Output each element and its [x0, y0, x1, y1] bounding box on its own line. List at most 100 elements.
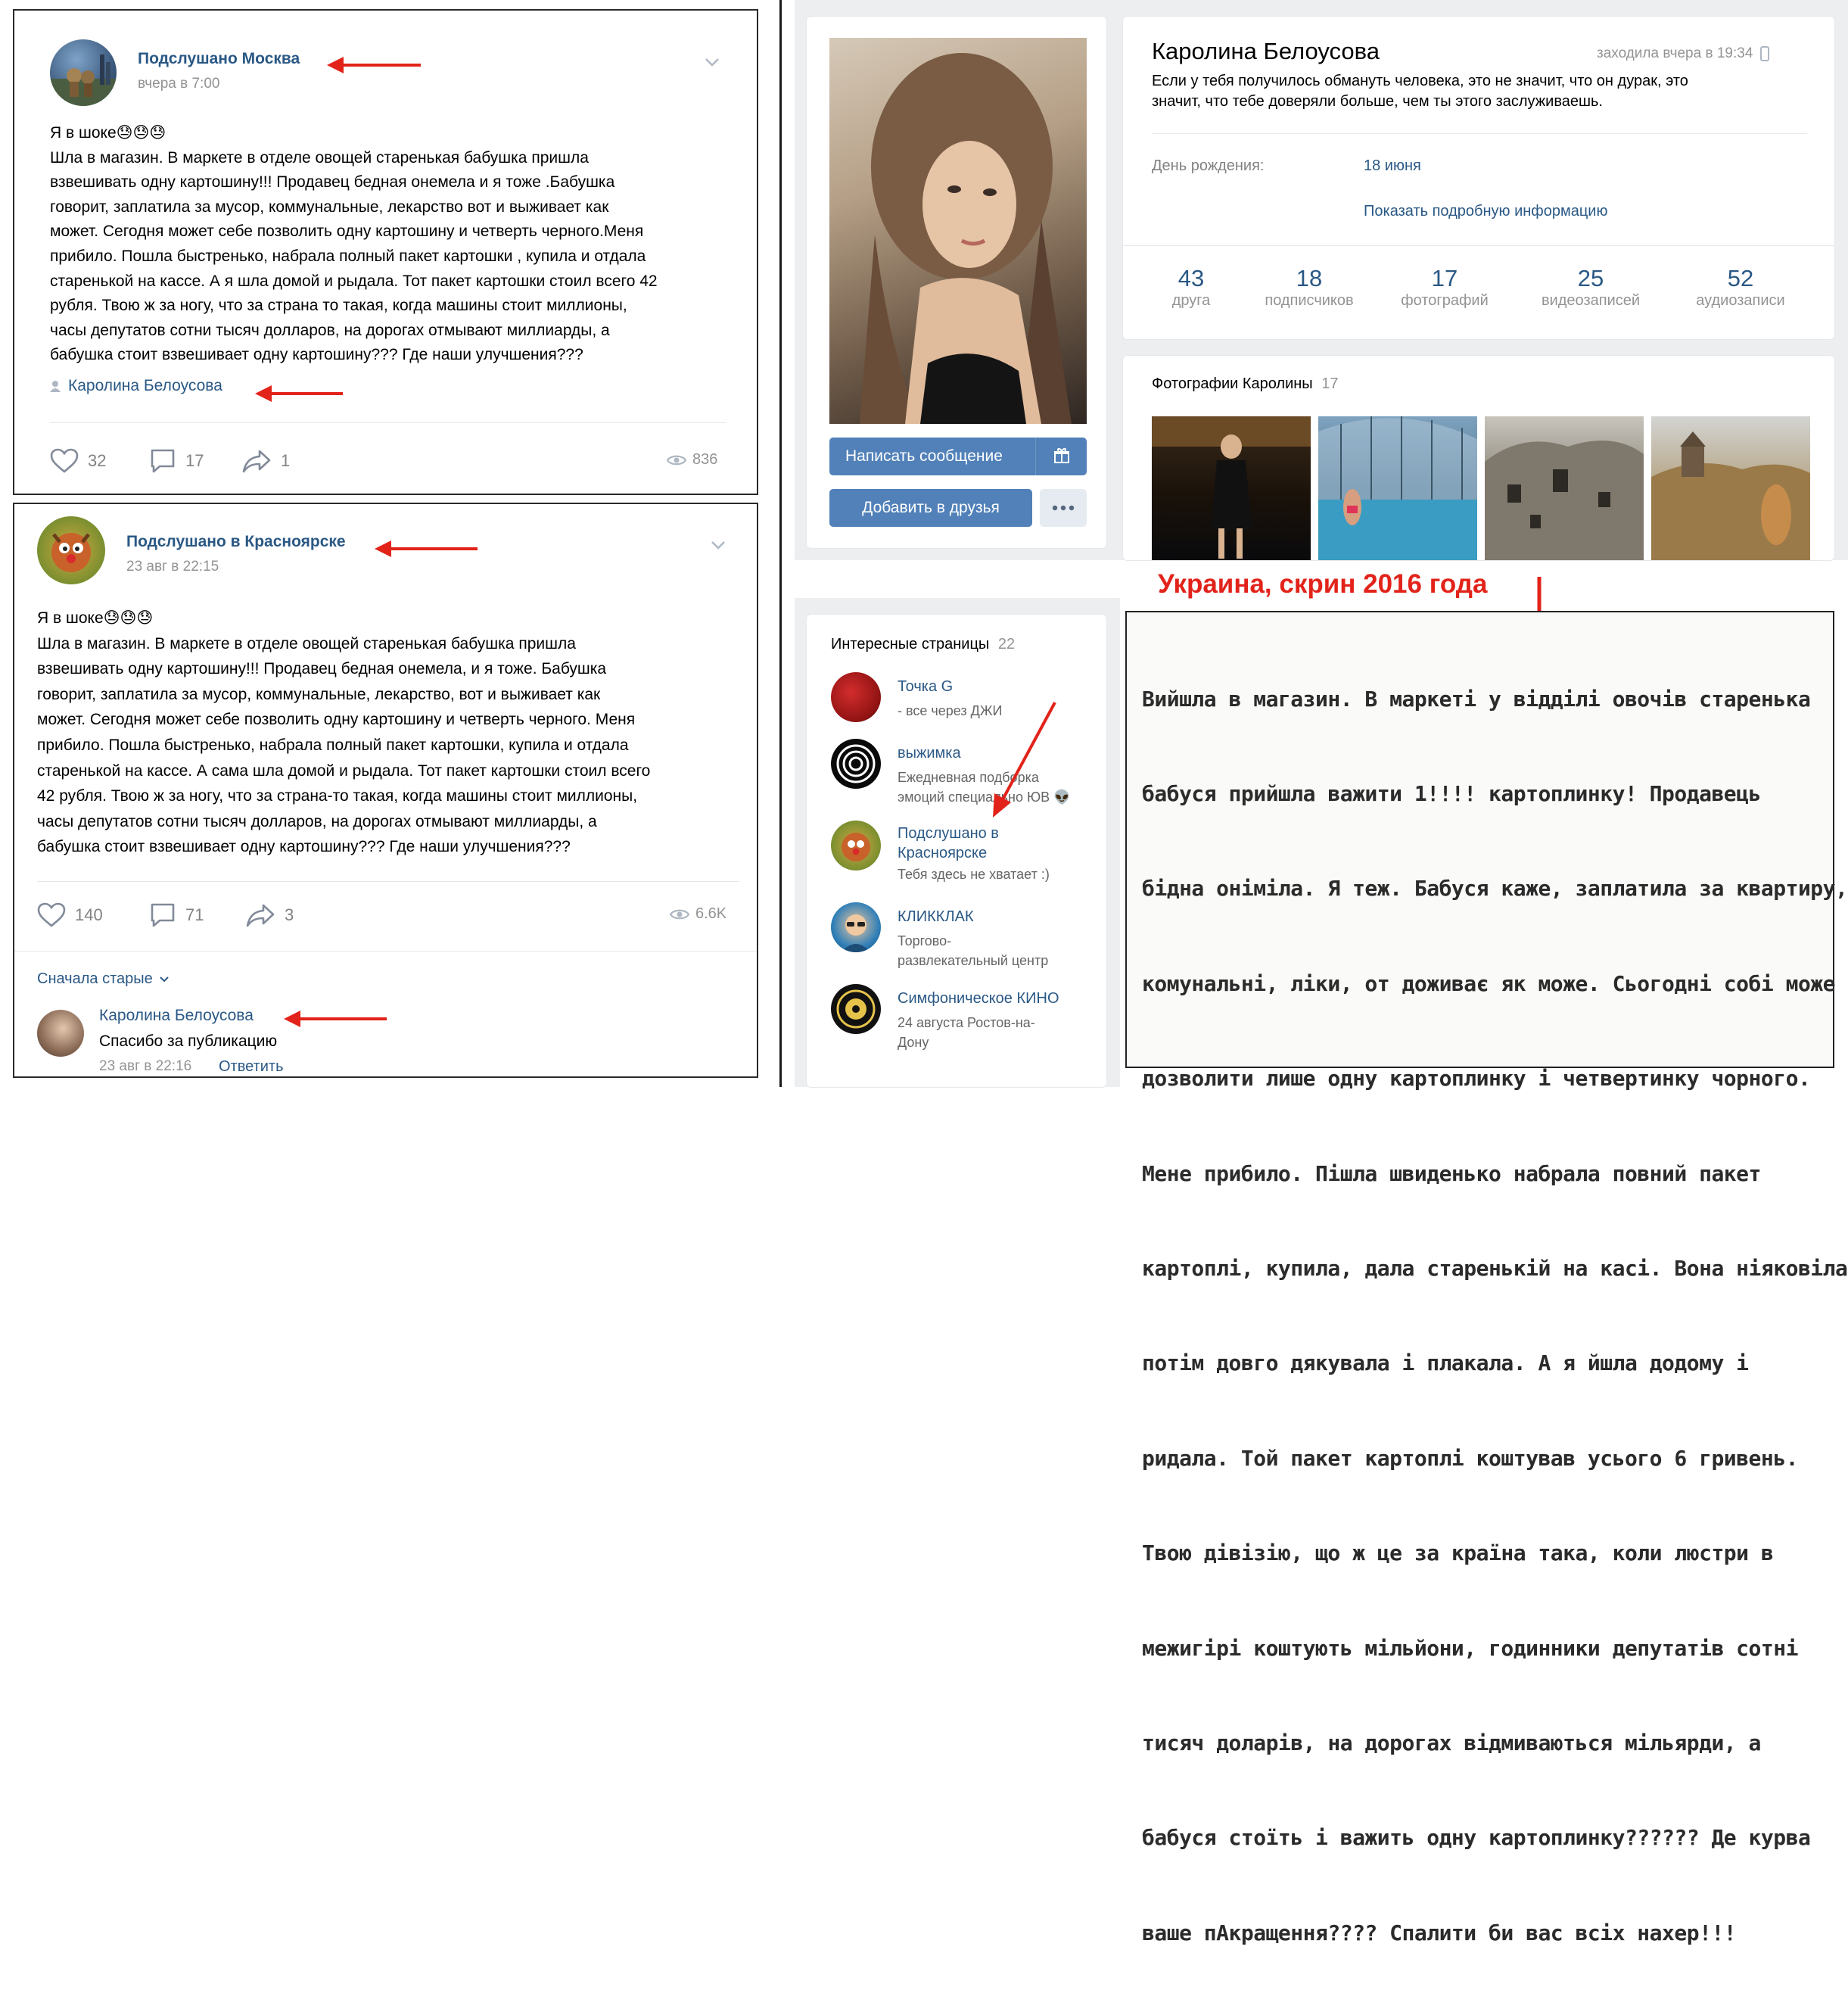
photos-card: Фотографии Каролины 17: [1123, 356, 1834, 560]
scan-line: дозволити лише одну картоплинку і четвер…: [1142, 1066, 1811, 1092]
more-actions-button[interactable]: [1040, 489, 1087, 527]
post-date[interactable]: 23 авг в 22:15: [126, 559, 219, 575]
page-desc: Торгово- развлекательный центр: [898, 931, 1048, 970]
stat-friends[interactable]: 43 друга: [1153, 265, 1229, 310]
profile-photo[interactable]: [829, 38, 1087, 424]
photo-thumb[interactable]: [1485, 416, 1644, 560]
page-name[interactable]: Симфоническое КИНО: [898, 990, 1059, 1008]
photos-title: Фотографии Каролины: [1152, 375, 1313, 392]
scan-text: Вийшла в магазин. В маркеті у відділі ов…: [1142, 620, 1848, 2012]
interesting-header[interactable]: Интересные страницы 22: [831, 636, 1015, 653]
profile-status: Если у тебя получилось обмануть человека…: [1152, 71, 1803, 112]
page-avatar[interactable]: [831, 821, 881, 871]
stat-photos[interactable]: 17 фотографий: [1377, 265, 1513, 310]
last-seen: заходила вчера в 19:34: [1597, 45, 1770, 62]
photos-count: 17: [1321, 375, 1339, 392]
post-line: Я в шоке😓😓😓: [37, 609, 154, 627]
community-avatar-krasnoyarsk[interactable]: [37, 516, 105, 584]
post-line: рубля. Твою ж за ногу, что за страна то …: [50, 297, 627, 315]
views-count: 6.6K: [695, 905, 727, 922]
community-name[interactable]: Подслушано Москва: [138, 50, 300, 68]
like-count: 32: [88, 451, 107, 470]
scan-line: картоплі, купила, дала старенькій на кас…: [1142, 1255, 1848, 1281]
page-desc-line: развлекательный центр: [898, 953, 1049, 968]
birthday-value[interactable]: 18 июня: [1364, 157, 1421, 175]
scan-line: Мене прибило. Пішла швиденько набрала по…: [1142, 1160, 1761, 1186]
commenter-avatar[interactable]: [37, 1010, 84, 1057]
divider: [1152, 133, 1807, 134]
post-date[interactable]: вчера в 7:00: [138, 76, 219, 92]
photo-thumb[interactable]: [1152, 416, 1311, 560]
photo-thumb[interactable]: [1318, 416, 1477, 560]
scan-line: бабуся стоїть і важить одну картоплинку?…: [1142, 1825, 1811, 1851]
scan-line: тисяч доларів, на дорогах відмиваються м…: [1142, 1730, 1761, 1755]
heart-icon: [50, 448, 79, 473]
share-icon: [242, 450, 271, 473]
birthday-label: День рождения:: [1152, 157, 1265, 174]
stat-label: видеозаписей: [1541, 292, 1641, 309]
add-friend-label: Добавить в друзья: [862, 499, 1000, 516]
post-author[interactable]: Каролина Белоусова: [50, 377, 222, 395]
author-name[interactable]: Каролина Белоусова: [68, 377, 222, 395]
write-message-button[interactable]: Написать сообщение: [829, 438, 1087, 475]
share-icon: [246, 904, 275, 927]
last-seen-text: заходила вчера в 19:34: [1597, 45, 1753, 61]
page-name[interactable]: Точка G: [898, 678, 953, 696]
red-arrow-annotation: [284, 1011, 387, 1027]
stat-videos[interactable]: 25 видеозаписей: [1523, 265, 1659, 310]
post-text: Я в шоке😓😓😓 Шла в магазин. В маркете в о…: [37, 606, 748, 860]
show-details-link[interactable]: Показать подробную информацию: [1364, 203, 1607, 220]
share-button[interactable]: 3: [245, 902, 294, 928]
ukrainian-scan: Вийшла в магазин. В маркеті у відділі ов…: [1125, 611, 1848, 1945]
comment-date: 23 авг в 22:16: [99, 1058, 192, 1074]
page-desc: 24 августа Ростов-на- Дону: [898, 1013, 1035, 1052]
reply-link[interactable]: Ответить: [219, 1058, 284, 1076]
chevron-down-icon[interactable]: [711, 540, 726, 550]
like-count: 140: [75, 905, 103, 924]
red-arrow-annotation: [255, 385, 343, 402]
page-name[interactable]: Подслушано в Красноярске: [898, 824, 999, 863]
share-button[interactable]: 1: [241, 448, 290, 474]
page-avatar[interactable]: [831, 984, 881, 1034]
comments-sort-dropdown[interactable]: Сначала старые: [37, 970, 170, 988]
post-line: старенькой на кассе. А я шла домой и рыд…: [50, 272, 658, 290]
add-friend-button[interactable]: Добавить в друзья: [829, 489, 1032, 527]
post-line: часы депутатов сотни тысяч долларов, на …: [50, 321, 610, 339]
gift-icon[interactable]: [1053, 447, 1070, 464]
page-avatar[interactable]: [831, 902, 881, 952]
status-line: Если у тебя получилось обмануть человека…: [1152, 73, 1688, 89]
like-button[interactable]: 140: [37, 902, 103, 928]
photos-header[interactable]: Фотографии Каролины 17: [1152, 375, 1339, 393]
page-name[interactable]: КЛИККЛАК: [898, 908, 974, 926]
commenter-name[interactable]: Каролина Белоусова: [99, 1007, 254, 1025]
views-counter: 6.6K: [670, 905, 726, 923]
page-avatar[interactable]: [831, 739, 881, 789]
scan-line: бабуся прийшла важити 1!!!! картоплинку!…: [1142, 780, 1761, 806]
post-line: Я в шоке😓😓😓: [50, 124, 166, 142]
profile-name: Каролина Белоусова: [1152, 38, 1380, 64]
annotation-title: Украина, скрин 2016 года: [1158, 569, 1488, 599]
divider: [1123, 245, 1834, 246]
community-avatar-moscow[interactable]: [50, 39, 117, 106]
scan-line: потім довго дякувала і плакала. А я йшла…: [1142, 1350, 1749, 1376]
heart-icon: [37, 902, 66, 927]
photo-thumb[interactable]: [1651, 416, 1810, 560]
community-name[interactable]: Подслушано в Красноярске: [126, 533, 346, 551]
post-line: говорит, заплатила за мусор, коммунальны…: [37, 685, 601, 703]
stat-label: аудиозаписи: [1696, 292, 1785, 309]
post-line: старенькой на кассе. А сама шла домой и …: [37, 762, 651, 780]
stat-followers[interactable]: 18 подписчиков: [1241, 265, 1377, 310]
page-name[interactable]: выжимка: [898, 745, 961, 762]
page-avatar[interactable]: [831, 672, 881, 722]
stat-number: 17: [1431, 265, 1458, 291]
stat-audios[interactable]: 52 аудиозаписи: [1672, 265, 1809, 310]
scan-line: комунальні, ліки, от доживає як може. Сь…: [1142, 970, 1836, 996]
sort-label: Сначала старые: [37, 970, 153, 987]
comment-button[interactable]: 71: [149, 902, 204, 928]
comment-count: 71: [185, 905, 204, 924]
red-arrow-annotation: [993, 702, 1056, 818]
like-button[interactable]: 32: [50, 448, 106, 474]
chevron-down-icon[interactable]: [705, 58, 720, 67]
comment-button[interactable]: 17: [149, 448, 204, 474]
scan-line: межигірі коштують мільйони, годинники де…: [1142, 1635, 1798, 1661]
